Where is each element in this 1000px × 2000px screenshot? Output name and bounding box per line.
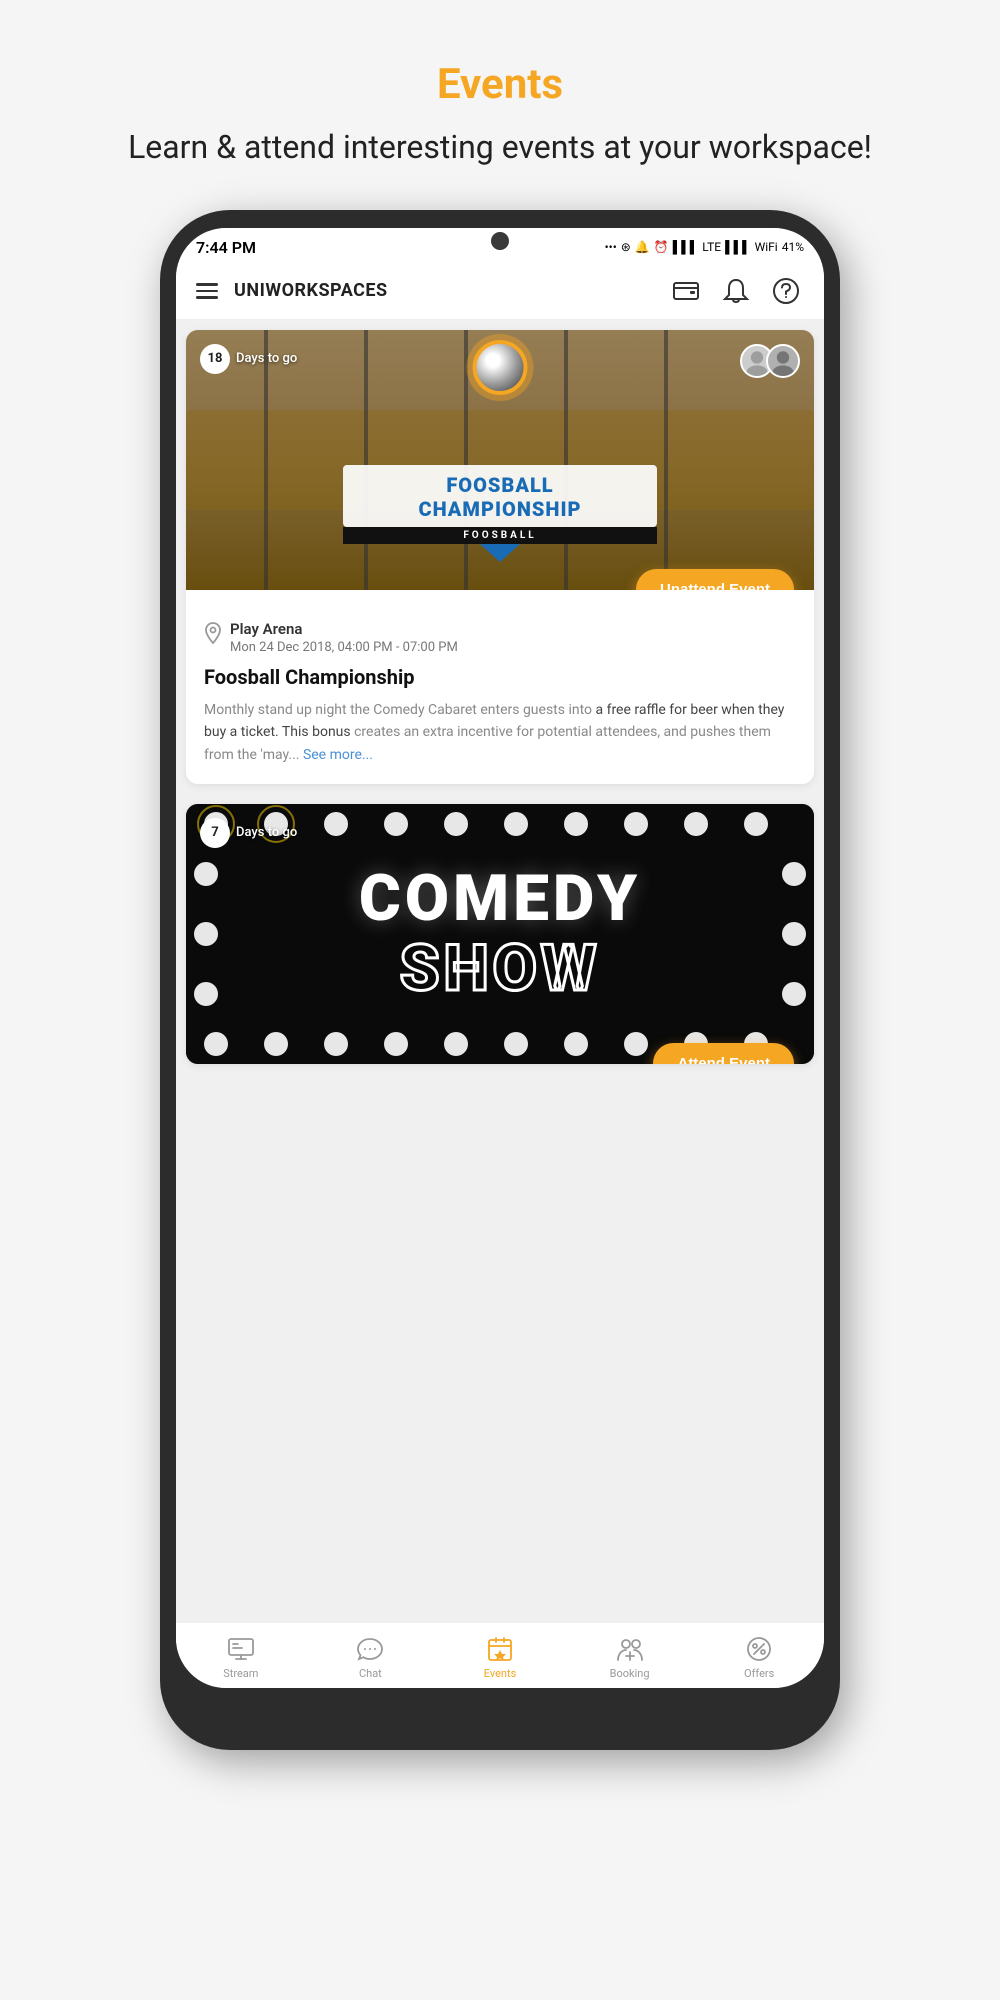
location-name: Play Arena xyxy=(230,620,458,638)
offers-label: Offers xyxy=(744,1667,774,1680)
page-header: Events Learn & attend interesting events… xyxy=(68,0,932,210)
app-title: UNIWORKSPACES xyxy=(234,280,668,301)
foosball-event-image: Foosball Championship FOOSBALL 18 Days t… xyxy=(186,330,814,590)
chat-icon xyxy=(356,1635,384,1663)
status-icons: ••• ⊛ 🔔 ⏰ ▌▌▌ LTE ▌▌▌ WiFi 41% xyxy=(605,240,804,254)
page-subtitle: Learn & attend interesting events at you… xyxy=(128,125,872,170)
comedy-days-badge: 7 Days to go xyxy=(200,818,297,848)
event-location: Play Arena Mon 24 Dec 2018, 04:00 PM - 0… xyxy=(204,620,796,655)
event-card-foosball: Foosball Championship FOOSBALL 18 Days t… xyxy=(186,330,814,784)
comedy-word2: SHOW xyxy=(400,934,601,1004)
foosball-chevron xyxy=(480,544,520,562)
stream-label: Stream xyxy=(223,1667,258,1680)
chat-label: Chat xyxy=(359,1667,382,1680)
unattend-event-button[interactable]: Unattend Event xyxy=(636,569,794,590)
event-title: Foosball Championship xyxy=(204,665,796,689)
comedy-show-image: COMEDY SHOW 7 Days to go Attend Event xyxy=(186,804,814,1064)
event-datetime: Mon 24 Dec 2018, 04:00 PM - 07:00 PM xyxy=(230,640,458,655)
champions-text: Foosball Championship xyxy=(363,473,637,521)
app-bar: UNIWORKSPACES xyxy=(176,263,824,320)
bell-icon-button[interactable] xyxy=(718,273,754,309)
comedy-bg: COMEDY SHOW 7 Days to go Attend Event xyxy=(186,804,814,1064)
events-scroll-area[interactable]: Foosball Championship FOOSBALL 18 Days t… xyxy=(176,320,824,1622)
comedy-word1: COMEDY xyxy=(359,864,641,934)
foosball-ball-icon xyxy=(473,340,528,395)
see-more-link[interactable]: See more... xyxy=(303,747,373,763)
event-description: Monthly stand up night the Comedy Cabare… xyxy=(204,699,796,766)
stream-icon xyxy=(227,1635,255,1663)
days-label: Days to go xyxy=(236,351,297,366)
app-bar-icons xyxy=(668,273,804,309)
comedy-days-label: Days to go xyxy=(236,825,297,840)
events-label: Events xyxy=(484,1667,517,1680)
event-card-comedy: COMEDY SHOW 7 Days to go Attend Event xyxy=(186,804,814,1064)
wallet-icon-button[interactable] xyxy=(668,273,704,309)
status-time: 7:44 PM xyxy=(196,238,256,257)
nav-item-events[interactable]: Events xyxy=(435,1631,565,1684)
booking-icon xyxy=(616,1635,644,1663)
foosball-logo: Foosball Championship FOOSBALL xyxy=(343,465,657,562)
nav-item-offers[interactable]: Offers xyxy=(694,1631,824,1684)
offers-icon xyxy=(745,1635,773,1663)
nav-item-booking[interactable]: Booking xyxy=(565,1631,695,1684)
attend-event-button[interactable]: Attend Event xyxy=(653,1043,794,1064)
bottom-navigation: Stream Chat xyxy=(176,1622,824,1688)
days-to-go-badge: 18 Days to go xyxy=(200,344,297,374)
booking-label: Booking xyxy=(610,1667,650,1680)
phone-camera xyxy=(491,232,509,250)
location-pin-icon xyxy=(204,622,222,648)
foosball-subtitle: FOOSBALL xyxy=(343,527,657,544)
nav-item-chat[interactable]: Chat xyxy=(306,1631,436,1684)
event-card-body: Play Arena Mon 24 Dec 2018, 04:00 PM - 0… xyxy=(186,590,814,784)
page-title: Events xyxy=(128,60,872,109)
phone-frame: 7:44 PM ••• ⊛ 🔔 ⏰ ▌▌▌ LTE ▌▌▌ WiFi 41% U… xyxy=(160,210,840,1750)
phone-screen: 7:44 PM ••• ⊛ 🔔 ⏰ ▌▌▌ LTE ▌▌▌ WiFi 41% U… xyxy=(176,228,824,1688)
days-number: 18 xyxy=(200,344,230,374)
help-icon-button[interactable] xyxy=(768,273,804,309)
hamburger-menu-button[interactable] xyxy=(196,283,218,299)
attendee-avatar-2 xyxy=(766,344,800,378)
attendees-avatars xyxy=(740,344,800,378)
events-icon xyxy=(486,1635,514,1663)
comedy-days-number: 7 xyxy=(200,818,230,848)
nav-item-stream[interactable]: Stream xyxy=(176,1631,306,1684)
